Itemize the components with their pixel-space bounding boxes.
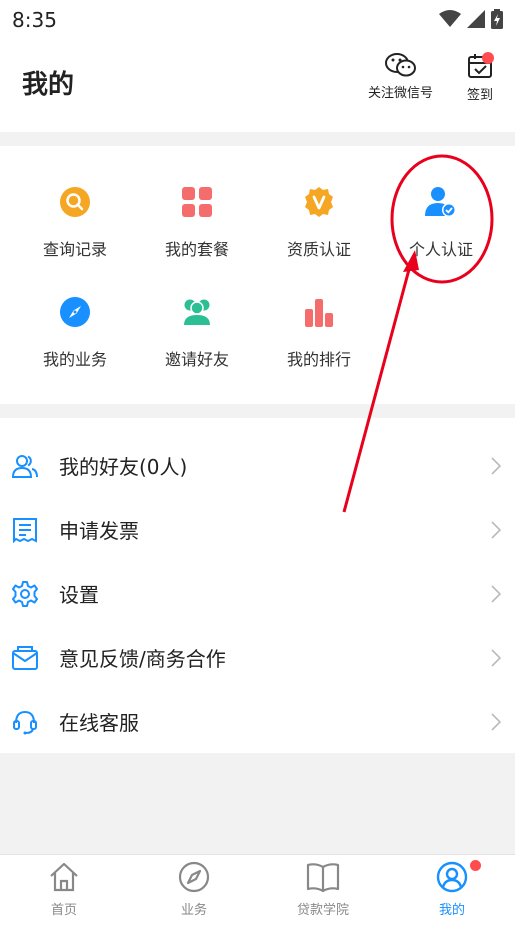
- grid-item-my-package[interactable]: 我的套餐: [136, 186, 258, 260]
- menu-list: 我的好友(0人) 申请发票 设置 意见反馈/商务合作 在线客服: [0, 418, 515, 753]
- friends-icon: [12, 455, 38, 478]
- grid-item-my-ranking[interactable]: 我的排行: [258, 296, 380, 370]
- checkin-label: 签到: [466, 88, 493, 103]
- tab-mine[interactable]: 我的: [388, 860, 515, 918]
- signal-icon: [467, 10, 485, 28]
- book-icon: [306, 863, 340, 893]
- feedback-mail-icon: [12, 646, 38, 670]
- grid-item-qualification[interactable]: 资质认证: [258, 186, 380, 260]
- wechat-icon: [384, 53, 416, 77]
- feature-grid: 查询记录 我的套餐 资质认证 个人认证 我的业务 邀请好友 我的排行: [0, 146, 515, 404]
- package-icon: [181, 186, 213, 218]
- tab-label: 业务: [180, 903, 207, 918]
- list-item-label: 在线客服: [59, 711, 139, 735]
- checkin-badge-dot: [482, 52, 494, 64]
- home-icon: [50, 862, 78, 892]
- status-time: 8:35: [12, 8, 57, 32]
- tab-badge-dot: [470, 860, 481, 871]
- grid-item-label: 我的套餐: [164, 240, 229, 259]
- chevron-right-icon: [491, 457, 501, 475]
- follow-wechat-button[interactable]: 关注微信号: [368, 52, 433, 101]
- list-item-apply-invoice[interactable]: 申请发票: [0, 497, 515, 561]
- invoice-icon: [13, 518, 37, 543]
- grid-item-label: 查询记录: [42, 240, 107, 259]
- page-title: 我的: [22, 70, 75, 100]
- settings-gear-icon: [12, 581, 38, 607]
- list-item-label: 我的好友(0人): [59, 455, 188, 479]
- list-item-label: 申请发票: [59, 519, 139, 543]
- user-verified-icon: [425, 186, 457, 218]
- follow-wechat-label: 关注微信号: [368, 86, 434, 101]
- checkin-button[interactable]: 签到: [466, 52, 494, 103]
- user-circle-icon: [436, 861, 468, 893]
- grid-item-label: 邀请好友: [164, 350, 229, 369]
- wifi-icon: [439, 10, 461, 27]
- status-bar: 8:35: [0, 0, 515, 40]
- grid-item-query-records[interactable]: 查询记录: [14, 186, 136, 260]
- ranking-icon: [303, 296, 335, 328]
- list-item-label: 意见反馈/商务合作: [59, 647, 226, 671]
- list-item-label: 设置: [59, 583, 99, 607]
- grid-item-label: 个人认证: [408, 240, 473, 259]
- chevron-right-icon: [491, 713, 501, 731]
- bottom-tab-bar: 首页 业务 贷款学院 我的: [0, 854, 515, 926]
- list-item-feedback[interactable]: 意见反馈/商务合作: [0, 625, 515, 689]
- grid-item-label: 我的排行: [286, 350, 351, 369]
- grid-item-invite-friends[interactable]: 邀请好友: [136, 296, 258, 370]
- page-header: 我的 关注微信号 签到: [0, 40, 515, 132]
- customer-service-icon: [13, 710, 37, 735]
- compass-icon: [178, 861, 210, 893]
- chevron-right-icon: [491, 649, 501, 667]
- search-icon: [59, 186, 91, 218]
- grid-item-label: 资质认证: [286, 240, 351, 259]
- invite-friends-icon: [181, 296, 213, 328]
- grid-item-my-business[interactable]: 我的业务: [14, 296, 136, 370]
- tab-label: 贷款学院: [296, 903, 349, 918]
- grid-item-personal-verification[interactable]: 个人认证: [380, 186, 502, 260]
- chevron-right-icon: [491, 521, 501, 539]
- list-item-settings[interactable]: 设置: [0, 561, 515, 625]
- list-item-my-friends[interactable]: 我的好友(0人): [0, 433, 515, 497]
- grid-item-label: 我的业务: [42, 350, 107, 369]
- tab-home[interactable]: 首页: [0, 861, 128, 918]
- tab-label: 我的: [438, 903, 465, 918]
- tab-business[interactable]: 业务: [130, 861, 258, 918]
- list-item-online-service[interactable]: 在线客服: [0, 689, 515, 753]
- tab-loan-academy[interactable]: 贷款学院: [259, 861, 387, 918]
- compass-icon: [59, 296, 91, 328]
- chevron-right-icon: [491, 585, 501, 603]
- qualification-badge-icon: [303, 186, 335, 218]
- battery-icon: [491, 9, 503, 29]
- tab-label: 首页: [50, 903, 77, 918]
- status-icons: [439, 9, 503, 29]
